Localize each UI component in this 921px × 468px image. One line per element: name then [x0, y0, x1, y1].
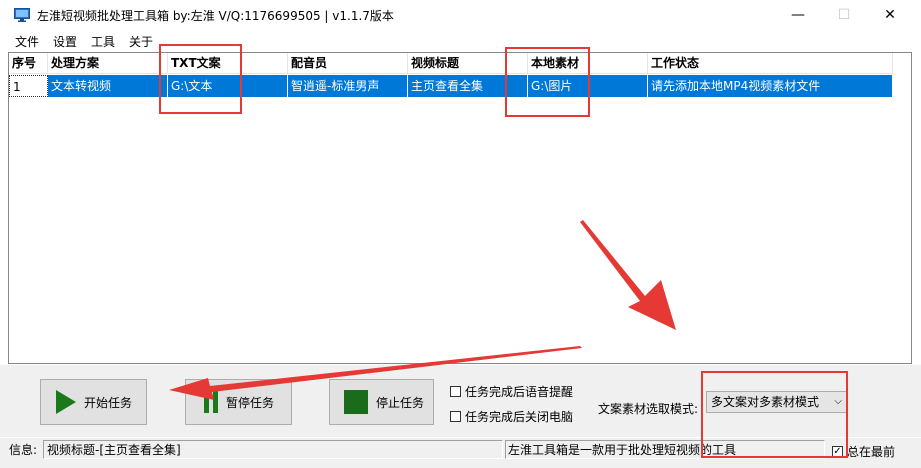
- menu-file[interactable]: 文件: [15, 33, 39, 50]
- annotation-box-material: [505, 47, 590, 117]
- window-title: 左淮短视频批处理工具箱 by:左淮 V/Q:1176699505 | v1.1.…: [37, 9, 394, 23]
- shutdown-checkbox[interactable]: 任务完成后关闭电脑: [450, 408, 573, 425]
- table-row[interactable]: 1 文本转视频 G:\文本 智逍遥-标准男声 主页查看全集 G:\图片 请先添加…: [9, 75, 892, 97]
- menu-about[interactable]: 关于: [129, 33, 153, 50]
- stop-icon: [344, 390, 368, 414]
- info-label: 信息:: [9, 443, 38, 457]
- title-bar: 左淮短视频批处理工具箱 by:左淮 V/Q:1176699505 | v1.1.…: [0, 0, 921, 30]
- column-header-status[interactable]: 工作状态: [648, 53, 893, 74]
- voice-reminder-label: 任务完成后语音提醒: [465, 385, 574, 399]
- close-button[interactable]: ✕: [867, 0, 913, 30]
- shutdown-box[interactable]: [450, 411, 461, 422]
- app-monitor-icon: [14, 8, 30, 22]
- column-header-voice[interactable]: 配音员: [288, 53, 408, 74]
- pause-task-label: 暂停任务: [226, 395, 275, 410]
- shutdown-label: 任务完成后关闭电脑: [465, 410, 574, 424]
- menu-tools[interactable]: 工具: [91, 33, 115, 50]
- start-task-button[interactable]: 开始任务: [40, 379, 147, 425]
- menu-bar: 文件 设置 工具 关于: [0, 31, 921, 51]
- annotation-box-txt: [159, 44, 242, 114]
- annotation-box-mode: [701, 371, 848, 458]
- pause-icon: [204, 391, 218, 413]
- cell-status: 请先添加本地MP4视频素材文件: [651, 79, 821, 93]
- cell-scheme: 文本转视频: [48, 75, 168, 97]
- mode-label: 文案素材选取模式:: [598, 402, 699, 416]
- task-table[interactable]: 序号 处理方案 TXT文案 配音员 视频标题 本地素材 工作状态 1 文本转视频…: [8, 52, 912, 364]
- stop-task-label: 停止任务: [376, 395, 425, 410]
- column-header-index[interactable]: 序号: [9, 53, 48, 74]
- pause-task-button[interactable]: 暂停任务: [185, 379, 292, 425]
- column-header-scheme[interactable]: 处理方案: [48, 53, 168, 74]
- menu-settings[interactable]: 设置: [53, 33, 77, 50]
- play-icon: [56, 390, 76, 414]
- cell-voice: 智逍遥-标准男声: [288, 75, 408, 97]
- start-task-label: 开始任务: [84, 395, 133, 410]
- maximize-button[interactable]: ☐: [821, 0, 867, 30]
- info-text: 视频标题-[主页查看全集]: [47, 443, 181, 457]
- cell-index: 1: [9, 75, 48, 97]
- minimize-button[interactable]: —: [775, 0, 821, 30]
- always-on-top-label: 总在最前: [847, 445, 896, 459]
- voice-reminder-checkbox[interactable]: 任务完成后语音提醒: [450, 383, 573, 400]
- voice-reminder-box[interactable]: [450, 386, 461, 397]
- stop-task-button[interactable]: 停止任务: [329, 379, 434, 425]
